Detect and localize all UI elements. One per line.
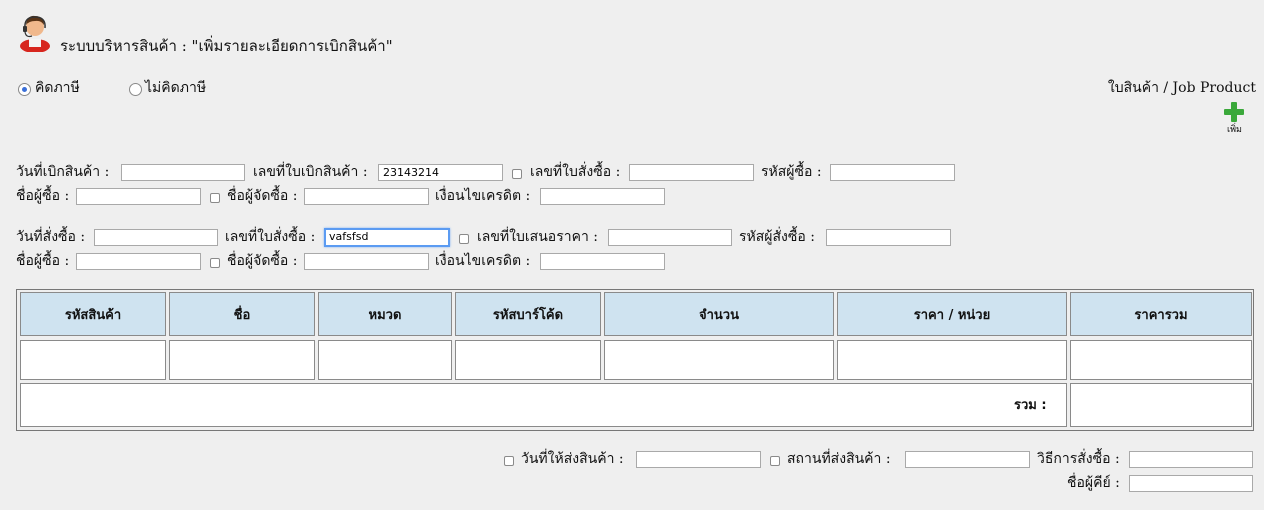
quote-label: เลขที่ใบเสนอราคา : <box>477 229 598 245</box>
cell-unit-price[interactable] <box>837 340 1067 380</box>
col-header-barcode: รหัสบาร์โค้ด <box>455 292 601 336</box>
order-credit-field[interactable] <box>540 253 665 270</box>
delivery-place-label: สถานที่ส่งสินค้า : <box>787 451 891 467</box>
col-header-category: หมวด <box>318 292 452 336</box>
col-header-product-code: รหัสสินค้า <box>20 292 166 336</box>
tax-radio[interactable] <box>18 83 31 96</box>
total-label: รวม : <box>1014 398 1047 413</box>
cell-barcode[interactable] <box>455 340 601 380</box>
order-buyer-name-field[interactable] <box>76 253 201 270</box>
col-header-name: ชื่อ <box>169 292 315 336</box>
order-po-label: เลขที่ใบสั่งซื้อ : <box>225 229 316 245</box>
delivery-date-label: วันที่ให้ส่งสินค้า : <box>521 451 624 467</box>
add-button-label[interactable]: เพิ่ม <box>1227 125 1242 135</box>
credit-label: เงื่อนไขเครดิต : <box>435 188 531 204</box>
buyer-code-label: รหัสผู้ซื้อ : <box>761 164 822 180</box>
withdraw-po-checkbox[interactable] <box>512 169 522 179</box>
delivery-date-checkbox[interactable] <box>504 456 514 466</box>
cell-total-price[interactable] <box>1070 340 1252 380</box>
withdraw-date-field[interactable] <box>121 164 245 181</box>
delivery-place-checkbox[interactable] <box>770 456 780 466</box>
orderer-code-label: รหัสผู้สั่งซื้อ : <box>739 229 815 245</box>
order-purchaser-field[interactable] <box>304 253 429 270</box>
col-header-unit-price: ราคา / หน่วย <box>837 292 1067 336</box>
order-method-field[interactable] <box>1129 451 1253 468</box>
support-agent-icon <box>20 15 50 53</box>
order-purchaser-checkbox[interactable] <box>210 258 220 268</box>
cell-product-code[interactable] <box>20 340 166 380</box>
cell-quantity[interactable] <box>604 340 834 380</box>
delivery-date-field[interactable] <box>636 451 761 468</box>
order-method-label: วิธีการสั่งซื้อ : <box>1037 451 1120 467</box>
col-header-total-price: ราคารวม <box>1070 292 1252 336</box>
withdraw-po-label: เลขที่ใบสั่งซื้อ : <box>530 164 621 180</box>
no-tax-radio[interactable] <box>129 83 142 96</box>
tax-label: คิดภาษี <box>35 80 80 96</box>
avatar <box>18 12 52 53</box>
order-credit-label: เงื่อนไขเครดิต : <box>435 253 531 269</box>
buyer-name-label: ชื่อผู้ซื้อ : <box>16 188 70 204</box>
total-row-label-cell <box>20 383 1067 427</box>
withdraw-po-field[interactable] <box>629 164 754 181</box>
buyer-code-field[interactable] <box>830 164 955 181</box>
keyer-label: ชื่อผู้คีย์ : <box>1067 475 1120 491</box>
order-purchaser-label: ชื่อผู้จัดซื้อ : <box>227 253 298 269</box>
keyer-field[interactable] <box>1129 475 1253 492</box>
withdraw-number-field[interactable]: 23143214 <box>378 164 503 181</box>
order-date-label: วันที่สั่งซื้อ : <box>16 229 86 245</box>
order-po-field[interactable]: vafsfsd <box>324 228 450 247</box>
quote-field[interactable] <box>608 229 732 246</box>
purchaser-field[interactable] <box>304 188 429 205</box>
plus-icon[interactable] <box>1224 102 1244 122</box>
col-header-quantity: จำนวน <box>604 292 834 336</box>
no-tax-label: ไม่คิดภาษี <box>145 80 207 96</box>
order-date-field[interactable] <box>94 229 218 246</box>
purchaser-label: ชื่อผู้จัดซื้อ : <box>227 188 298 204</box>
withdraw-date-label: วันที่เบิกสินค้า : <box>16 164 110 180</box>
page-title: ระบบบริหารสินค้า : "เพิ่มรายละเอียดการเบ… <box>60 37 393 55</box>
credit-field[interactable] <box>540 188 665 205</box>
cell-category[interactable] <box>318 340 452 380</box>
job-product-label: ใบสินค้า / Job Product <box>1107 80 1256 96</box>
quote-checkbox[interactable] <box>459 234 469 244</box>
order-buyer-name-label: ชื่อผู้ซื้อ : <box>16 253 70 269</box>
delivery-place-field[interactable] <box>905 451 1030 468</box>
purchaser-checkbox[interactable] <box>210 193 220 203</box>
withdraw-number-label: เลขที่ใบเบิกสินค้า : <box>253 164 368 180</box>
cell-name[interactable] <box>169 340 315 380</box>
total-value-cell <box>1070 383 1252 427</box>
orderer-code-field[interactable] <box>826 229 951 246</box>
buyer-name-field[interactable] <box>76 188 201 205</box>
